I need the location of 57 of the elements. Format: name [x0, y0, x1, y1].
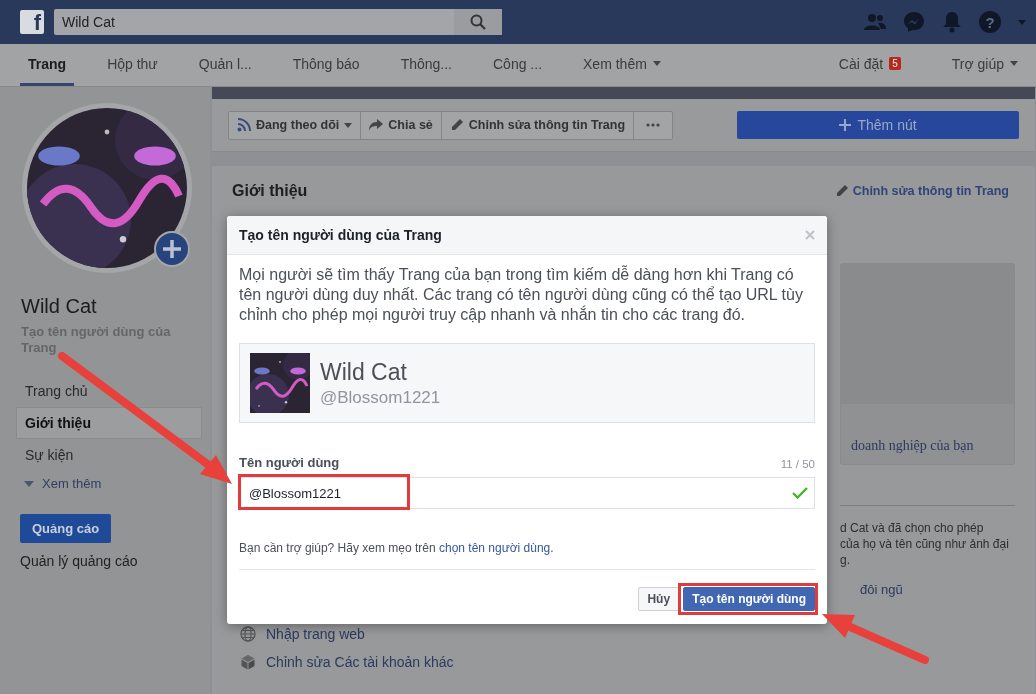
nav-tab[interactable]: Quản l... — [190, 44, 260, 86]
nav-tab[interactable]: Xem thêm — [575, 44, 669, 86]
dialog-description: Mọi người sẽ tìm thấy Trang của bạn trong tìm kiếm dễ dàng hơn khi Trang có tên người dùng duy nhất. Các trang có tên người dùng cũng có thể tạo URL tùy chỉnh cho phép mọi người truy cập nhanh và nhắn tin cho các trang đó. — [239, 265, 804, 325]
see-more-link[interactable]: Xem thêm — [16, 471, 202, 497]
add-button[interactable]: Thêm nút — [737, 111, 1019, 139]
close-icon[interactable] — [805, 230, 815, 240]
submit-button[interactable]: Tạo tên người dùng — [683, 587, 815, 611]
team-link[interactable]: đôi ngũ — [860, 582, 1015, 597]
search-icon — [470, 14, 486, 30]
cube-icon — [240, 654, 256, 670]
messenger-icon[interactable] — [903, 11, 925, 33]
notification-badge: 5 — [889, 57, 901, 70]
follow-button[interactable]: Đang theo dõi — [229, 111, 362, 139]
nav-tab[interactable]: Công ... — [485, 44, 551, 86]
rss-icon — [237, 118, 251, 132]
field-label: Tên người dùng — [239, 455, 340, 470]
search-button[interactable] — [454, 9, 502, 35]
ads-button[interactable]: Quảng cáo — [20, 514, 112, 544]
globe-icon — [240, 626, 256, 642]
facebook-logo[interactable]: f — [20, 10, 44, 34]
cancel-button[interactable]: Hủy — [638, 587, 680, 611]
team-description: d Cat và đã chọn cho phép của họ và tên cũng như ảnh đại g. — [840, 520, 1010, 568]
bell-icon[interactable] — [942, 11, 962, 33]
preview-username: @Blossom1221 — [320, 387, 441, 408]
username-field[interactable]: @Blossom1221 — [239, 477, 815, 509]
edit-button[interactable]: Chỉnh sửa thông tin Trang — [441, 111, 635, 139]
sidebar-item[interactable]: Giới thiệu — [16, 407, 202, 440]
section-title: Giới thiệu — [232, 182, 308, 200]
help-text: Bạn cần trợ giúp? Hãy xem mẹo trên chọn tên người dùng. — [239, 541, 555, 555]
pencil-icon — [834, 184, 849, 198]
dialog-title: Tạo tên người dùng của Trang — [239, 227, 442, 243]
add-photo-icon[interactable] — [154, 231, 190, 267]
caret-icon — [24, 480, 34, 487]
sidebar-item[interactable]: Sự kiện — [16, 439, 202, 472]
more-icon — [646, 123, 661, 127]
edit-page-info-link[interactable]: Chỉnh sửa thông tin Trang — [828, 183, 1015, 199]
friends-icon[interactable] — [864, 14, 886, 30]
share-arrow-icon — [369, 119, 384, 131]
nav-tab[interactable]: Thông... — [392, 44, 460, 86]
nav-tab[interactable]: Thông báo — [284, 44, 368, 86]
nav-tab[interactable]: Hộp thư — [99, 44, 166, 86]
pencil-icon — [449, 118, 464, 132]
plus-icon — [839, 119, 852, 131]
about-link[interactable]: Nhập trang web — [232, 620, 840, 648]
settings-tab[interactable]: Cài đặt 5 — [830, 44, 909, 86]
business-link[interactable]: doanh nghiệp của bạn — [851, 438, 1014, 454]
page-name: Wild Cat — [21, 295, 98, 318]
share-button[interactable]: Chia sẻ — [361, 111, 442, 139]
caret-icon — [1018, 19, 1026, 25]
help-icon[interactable]: ? — [979, 11, 1001, 33]
character-counter: 11 / 50 — [780, 458, 815, 470]
sidebar-item[interactable]: Trang chủ — [16, 375, 202, 408]
manage-ads-link[interactable]: Quản lý quảng cáo — [20, 553, 138, 570]
preview-name: Wild Cat — [320, 358, 408, 386]
search-field[interactable]: Wild Cat — [54, 9, 502, 35]
about-link[interactable]: Chỉnh sửa Các tài khoản khác — [232, 648, 840, 676]
help-tab[interactable]: Trợ giúp — [943, 44, 1026, 86]
